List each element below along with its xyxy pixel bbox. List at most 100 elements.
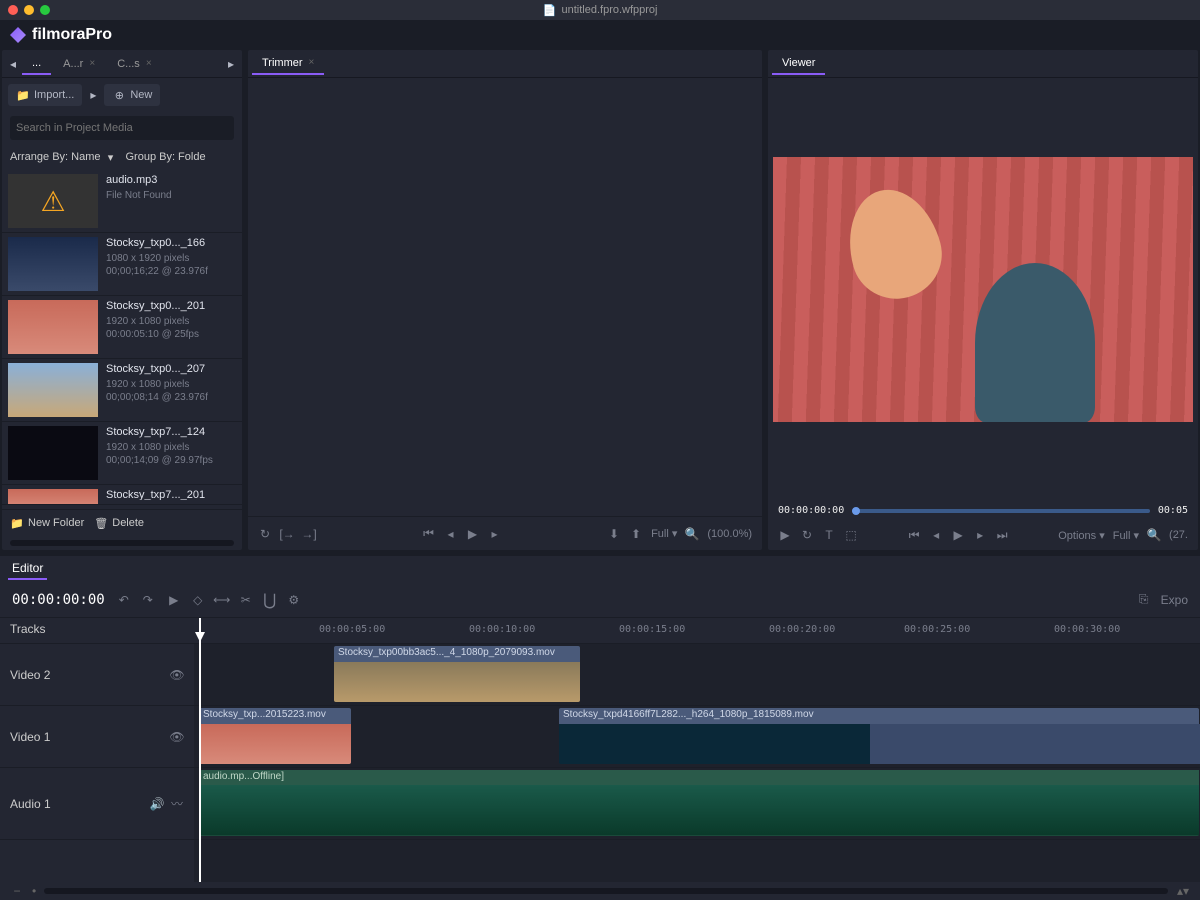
out-bracket-icon[interactable]: →] — [302, 527, 316, 541]
quality-dropdown[interactable]: Full ▾ — [651, 527, 677, 540]
play-icon[interactable]: ▶ — [951, 528, 965, 542]
timeline-clip[interactable]: Stocksy_txp00bb3ac5..._4_1080p_2079093.m… — [334, 646, 580, 702]
media-item[interactable]: Stocksy_txp0..._2071920 x 1080 pixels00;… — [2, 359, 242, 422]
document-title: 📄 untitled.fpro.wfpproj — [543, 3, 658, 17]
play-icon[interactable]: ▶ — [778, 528, 792, 542]
import-button[interactable]: 📁 Import... — [8, 84, 82, 106]
track-label-audio1[interactable]: Audio 1 🔊〰 — [0, 768, 194, 840]
editor-tab[interactable]: Editor — [8, 558, 47, 580]
export-button[interactable]: Expo — [1161, 593, 1188, 607]
redo-icon[interactable]: ↷ — [141, 593, 155, 607]
timeline-clip[interactable]: Stocksy_txp...2015223.mov — [199, 708, 351, 764]
media-item[interactable]: ⚠ audio.mp3File Not Found — [2, 170, 242, 233]
speaker-icon[interactable]: 🔊 — [150, 797, 164, 811]
visibility-icon[interactable]: 👁 — [170, 730, 184, 744]
track-label-video1[interactable]: Video 1 👁 — [0, 706, 194, 768]
minimize-window-button[interactable] — [24, 5, 34, 15]
traffic-lights — [8, 5, 50, 15]
arrange-by-dropdown[interactable]: Arrange By: Name ▾ — [10, 150, 117, 164]
media-item[interactable]: Stocksy_txp0..._1661080 x 1920 pixels00;… — [2, 233, 242, 296]
close-window-button[interactable] — [8, 5, 18, 15]
media-tab-1[interactable]: A...r× — [53, 54, 105, 74]
delete-button[interactable]: 🗑Delete — [94, 516, 144, 530]
loop-icon[interactable]: ↻ — [258, 527, 272, 541]
trimmer-canvas[interactable] — [248, 78, 762, 516]
close-icon[interactable]: × — [309, 57, 315, 68]
folder-icon: 📁 — [16, 88, 30, 102]
step-forward-icon[interactable]: ▸ — [973, 528, 987, 542]
insert-icon[interactable]: ⬇ — [607, 527, 621, 541]
timeline-clip-tail[interactable] — [870, 724, 1200, 764]
media-item[interactable]: Stocksy_txp7..._201 — [2, 485, 242, 505]
loop-icon[interactable]: ↻ — [800, 528, 814, 542]
zoom-out-icon[interactable]: − — [10, 884, 24, 898]
playhead[interactable] — [199, 618, 201, 882]
new-button[interactable]: ⊕ New — [104, 84, 160, 106]
editor-timecode[interactable]: 00:00:00:00 — [12, 592, 105, 608]
waveform-icon[interactable]: 〰 — [170, 797, 184, 811]
horizontal-scrollbar[interactable] — [10, 540, 234, 546]
chevron-right-icon[interactable]: ▸ — [224, 57, 238, 71]
media-tab-0[interactable]: ... — [22, 53, 51, 75]
ripple-icon[interactable]: ⟷ — [215, 593, 229, 607]
trimmer-tab[interactable]: Trimmer× — [252, 53, 324, 75]
timeline-ruler[interactable]: 00:00:05:00 00:00:10:00 00:00:15:00 00:0… — [194, 618, 1200, 644]
keyframe-icon[interactable]: ◇ — [191, 593, 205, 607]
media-item[interactable]: Stocksy_txp0..._2011920 x 1080 pixels00:… — [2, 296, 242, 359]
maximize-window-button[interactable] — [40, 5, 50, 15]
snap-icon[interactable]: ⋃ — [263, 593, 277, 607]
media-thumbnail: ⚠ — [8, 174, 98, 228]
close-icon[interactable]: × — [146, 58, 152, 69]
media-item[interactable]: Stocksy_txp7..._1241920 x 1080 pixels00;… — [2, 422, 242, 485]
viewer-timecode[interactable]: 00:00:00:00 — [778, 505, 844, 516]
media-thumbnail — [8, 363, 98, 417]
media-list[interactable]: ⚠ audio.mp3File Not Found Stocksy_txp0..… — [2, 170, 242, 509]
undo-icon[interactable]: ↶ — [117, 593, 131, 607]
settings-icon[interactable]: ⚙ — [287, 593, 301, 607]
new-folder-button[interactable]: 📁New Folder — [10, 516, 84, 530]
timeline-area[interactable]: 00:00:05:00 00:00:10:00 00:00:15:00 00:0… — [194, 618, 1200, 882]
timeline-scrollbar[interactable] — [44, 888, 1168, 894]
viewer-scrubber[interactable] — [852, 509, 1150, 513]
step-back-icon[interactable]: ◂ — [929, 528, 943, 542]
zoom-slider-dot[interactable]: • — [32, 884, 36, 898]
skip-start-icon[interactable]: ⏮ — [422, 527, 436, 541]
quality-dropdown[interactable]: Full ▾ — [1113, 529, 1139, 542]
step-back-icon[interactable]: ◂ — [444, 527, 458, 541]
skip-start-icon[interactable]: ⏮ — [907, 528, 921, 542]
text-tool-icon[interactable]: T — [822, 528, 836, 542]
selection-tool-icon[interactable]: ▶ — [167, 593, 181, 607]
collapse-icon[interactable]: ▴▾ — [1176, 884, 1190, 898]
zoom-label[interactable]: (27. — [1169, 529, 1188, 541]
viewer-canvas[interactable] — [768, 78, 1198, 501]
trash-icon: 🗑 — [94, 516, 108, 530]
close-icon[interactable]: × — [89, 58, 95, 69]
track-label-video2[interactable]: Video 2 👁 — [0, 644, 194, 706]
panel-menu-icon[interactable]: ◂ — [6, 57, 20, 71]
group-by-dropdown[interactable]: Group By: Folde — [125, 150, 205, 164]
app-header: filmoraPro — [0, 20, 1200, 50]
viewer-tab[interactable]: Viewer — [772, 53, 825, 75]
search-icon[interactable]: 🔍 — [1147, 528, 1161, 542]
timeline-audio-clip[interactable]: audio.mp...Offline] — [199, 770, 1199, 836]
overwrite-icon[interactable]: ⬆ — [629, 527, 643, 541]
export-icon[interactable]: ⎘ — [1137, 593, 1151, 607]
options-dropdown[interactable]: Options ▾ — [1058, 529, 1105, 542]
skip-end-icon[interactable]: ⏭ — [995, 528, 1009, 542]
chevron-right-icon[interactable]: ▸ — [86, 88, 100, 102]
slice-icon[interactable]: ✂ — [239, 593, 253, 607]
media-tab-2[interactable]: C...s× — [107, 54, 161, 74]
zoom-label[interactable]: (100.0%) — [707, 528, 752, 540]
track-labels: Tracks Video 2 👁 Video 1 👁 Audio 1 🔊〰 — [0, 618, 194, 882]
step-forward-icon[interactable]: ▸ — [488, 527, 502, 541]
timeline-track-video2[interactable]: Stocksy_txp00bb3ac5..._4_1080p_2079093.m… — [194, 644, 1200, 706]
timeline-track-audio1[interactable]: audio.mp...Offline] — [194, 768, 1200, 840]
search-icon[interactable]: 🔍 — [685, 527, 699, 541]
search-input[interactable] — [10, 116, 234, 140]
crop-icon[interactable]: ⬚ — [844, 528, 858, 542]
visibility-icon[interactable]: 👁 — [170, 668, 184, 682]
viewer-controls: ▶ ↻ T ⬚ ⏮ ◂ ▶ ▸ ⏭ Options ▾ Full ▾ 🔍 (27… — [768, 520, 1198, 550]
play-icon[interactable]: ▶ — [466, 527, 480, 541]
timeline-track-video1[interactable]: Stocksy_txp...2015223.mov Stocksy_txpd41… — [194, 706, 1200, 768]
in-bracket-icon[interactable]: [→ — [280, 527, 294, 541]
